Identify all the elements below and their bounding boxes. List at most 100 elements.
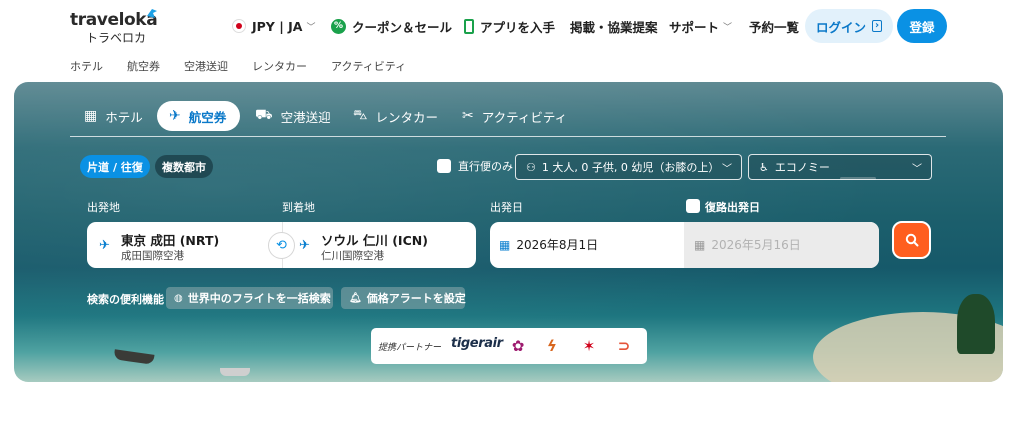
return-date-checkbox[interactable]: [686, 199, 700, 213]
product-tabs: ▦ ホテル ✈ 航空券 ⛟ 空港送迎 ⛍ レンタカー ✂ アクティビティ: [70, 101, 946, 131]
tab-activities[interactable]: ✂ アクティビティ: [462, 101, 567, 131]
car-rental-icon: ⛍: [353, 107, 368, 123]
nav-app-label: アプリを入手: [480, 19, 556, 35]
destination-airport: 仁川国際空港: [321, 250, 384, 262]
nav-partnership-label: 掲載・協業提案: [570, 19, 658, 35]
boat-image: [220, 368, 250, 376]
subnav-flights[interactable]: 航空券: [127, 58, 160, 74]
japan-flag-icon: [232, 19, 246, 33]
car-transfer-icon: ⛟: [255, 107, 273, 123]
return-date-value: 2026年5月16日: [711, 238, 801, 252]
airline-logo-icon: ⊃: [617, 337, 631, 355]
search-all-flights-button[interactable]: ◍ 世界中のフライトを一括検索: [166, 287, 333, 309]
origin-airport: 成田国際空港: [121, 250, 184, 262]
plane-icon: ✈: [169, 108, 181, 124]
airport-fields: ✈ 東京 成田 (NRT) 成田国際空港 ⟲ ✈ ソウル 仁川 (ICN) 仁川…: [87, 222, 476, 268]
calendar-icon: ▦: [499, 238, 511, 252]
tabs-divider: [70, 136, 946, 137]
depart-label: 出発日: [490, 201, 523, 214]
traveloka-logo[interactable]: traveloka トラベロカ: [70, 9, 160, 45]
origin-city: 東京 成田 (NRT): [121, 233, 220, 248]
tab-airport-transfer[interactable]: ⛟ 空港送迎: [255, 101, 331, 131]
subnav-car-rental[interactable]: レンタカー: [252, 58, 307, 74]
register-button[interactable]: 登録: [897, 9, 947, 43]
logo-wordmark: traveloka: [70, 10, 158, 30]
tab-hotel[interactable]: ▦ ホテル: [84, 101, 143, 131]
login-button[interactable]: ログイン ›: [805, 9, 893, 43]
nav-bookings-label: 予約一覧: [749, 19, 800, 35]
airline-logo-icon: ϟ: [547, 337, 557, 355]
swap-icon: ⟲: [276, 238, 287, 253]
logo-japanese: トラベロカ: [86, 31, 147, 45]
search-icon: [905, 233, 918, 247]
subnav-activities[interactable]: アクティビティ: [331, 58, 406, 74]
passengers-select[interactable]: ⚇ 1 大人, 0 子供, 0 幼児（お膝の上） ﹀: [515, 154, 742, 180]
trip-type-oneway-roundtrip[interactable]: 片道 / 往復: [80, 155, 150, 178]
return-label: 復路出発日: [705, 201, 760, 214]
subnav-airport-transfer[interactable]: 空港送迎: [184, 58, 228, 74]
price-alert-label: 価格アラートを設定: [366, 292, 466, 305]
activity-icon: ✂: [462, 108, 474, 124]
tab-activities-label: アクティビティ: [481, 109, 568, 125]
calendar-icon: ▦: [694, 238, 706, 252]
chevron-down-icon: ﹀: [306, 22, 316, 33]
phone-icon: [464, 18, 474, 34]
tab-transfer-label: 空港送迎: [280, 109, 331, 125]
login-label: ログイン: [815, 19, 866, 35]
cabin-class-value: エコノミー: [774, 161, 830, 174]
convenience-label: 検索の便利機能: [87, 293, 164, 306]
bell-icon: 🔔︎: [349, 292, 362, 304]
register-label: 登録: [909, 19, 935, 35]
globe-icon: ◍: [174, 292, 183, 304]
nav-bookings[interactable]: 予約一覧: [749, 16, 799, 36]
tab-hotel-label: ホテル: [105, 109, 143, 125]
cabin-class-select[interactable]: ♿ エコノミー ﹀: [748, 154, 932, 180]
chevron-down-icon: ﹀: [723, 22, 733, 33]
depart-date-field[interactable]: ▦ 2026年8月1日: [499, 236, 598, 253]
takeoff-icon: ✈: [99, 238, 110, 253]
destination-city: ソウル 仁川 (ICN): [321, 233, 428, 248]
return-date-display[interactable]: ▦ 2026年5月16日: [694, 236, 801, 253]
currency-language-selector[interactable]: JPY | JA ﹀: [232, 16, 315, 36]
hotel-icon: ▦: [84, 108, 98, 124]
airline-logo-icon: ✿: [511, 337, 525, 355]
chevron-down-icon: ﹀: [722, 164, 732, 175]
nav-get-app[interactable]: アプリを入手: [464, 16, 555, 36]
subnav-hotel[interactable]: ホテル: [70, 58, 103, 74]
nav-support-label: サポート: [669, 19, 720, 35]
date-fields: ▦ 2026年8月1日 ▦ 2026年5月16日: [490, 222, 879, 268]
nav-coupon-label: クーポン＆セール: [352, 19, 453, 35]
swap-airports-button[interactable]: ⟲: [268, 232, 295, 259]
top-header: traveloka トラベロカ JPY | JA ﹀ % クーポン＆セール アプ…: [0, 0, 1024, 82]
tab-car-rental-label: レンタカー: [375, 109, 438, 125]
depart-date-value: 2026年8月1日: [516, 238, 599, 252]
search-all-label: 世界中のフライトを一括検索: [187, 292, 331, 305]
tab-car-rental[interactable]: ⛍ レンタカー: [353, 101, 438, 131]
chevron-down-icon: ﹀: [912, 164, 922, 175]
locale-label: JPY | JA: [252, 18, 303, 34]
people-icon: ⚇: [526, 160, 536, 174]
nav-partnership[interactable]: 掲載・協業提案: [570, 16, 658, 36]
from-label: 出発地: [87, 201, 120, 214]
to-label: 到着地: [282, 201, 315, 214]
nav-support[interactable]: サポート ﹀: [669, 16, 732, 36]
tab-flights[interactable]: ✈ 航空券: [157, 101, 241, 131]
product-subnav: ホテル 航空券 空港送迎 レンタカー アクティビティ: [70, 58, 430, 74]
partners-label: 提携パートナー: [378, 343, 442, 353]
passengers-value: 1 大人, 0 子供, 0 幼児（お膝の上）: [541, 161, 720, 174]
seat-icon: ♿: [759, 160, 769, 174]
landing-icon: ✈: [299, 238, 310, 253]
tab-flights-label: 航空券: [188, 109, 227, 125]
price-alert-button[interactable]: 🔔︎ 価格アラートを設定: [341, 287, 466, 309]
coupon-icon: %: [331, 18, 346, 34]
search-button[interactable]: [892, 221, 931, 259]
tigerair-logo: tigerair: [451, 336, 503, 351]
direct-only-checkbox[interactable]: [437, 159, 451, 173]
partner-airlines: 提携パートナー tigerair ✿ ϟ ✶ ⊃: [371, 328, 647, 364]
airline-logo-icon: ✶: [582, 337, 596, 355]
direct-only-label: 直行便のみ: [458, 160, 513, 173]
trip-type-multi-city[interactable]: 複数都市: [155, 155, 213, 178]
nav-coupon-sale[interactable]: % クーポン＆セール: [331, 16, 452, 36]
bird-icon: [147, 9, 157, 18]
tree-foliage: [957, 294, 995, 354]
